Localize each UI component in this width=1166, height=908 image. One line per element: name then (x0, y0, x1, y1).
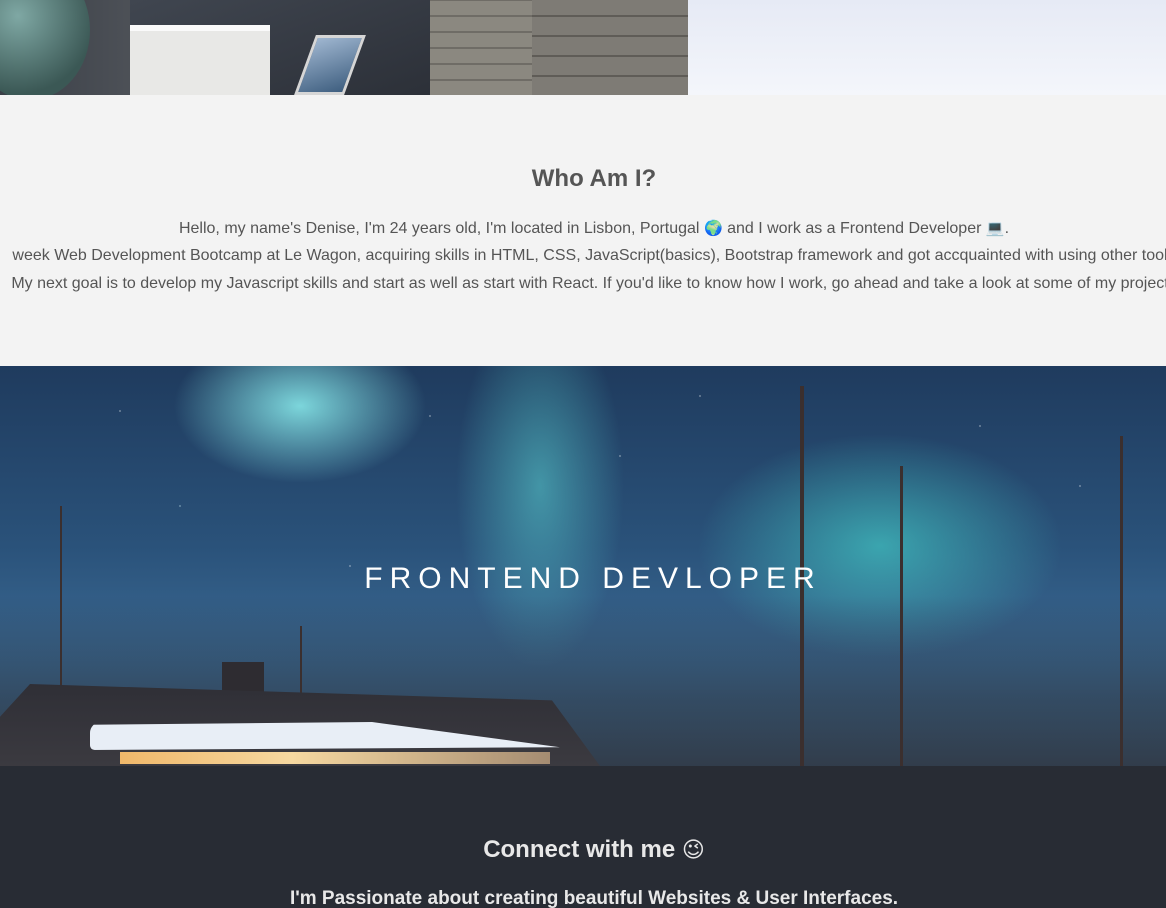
about-heading: Who Am I? (531, 165, 657, 192)
about-section: Who Am I? Hello, my name's Denise, I'm 2… (0, 95, 1166, 366)
laptop-icon: 💻 (985, 219, 1005, 237)
building-dormer (130, 25, 270, 95)
intro-text-end: . (1004, 220, 1010, 237)
tree-trunk (900, 466, 903, 766)
wink-emoji-icon: 😉 (681, 838, 705, 863)
house-light (120, 752, 550, 764)
aurora-banner: FRONTEND DEVLOPER (0, 366, 1166, 766)
tree-trunk (1120, 436, 1123, 766)
tagline: I'm Passionate about creating beautiful … (289, 888, 899, 908)
building-dome (0, 0, 90, 95)
intro-text: Hello, my name's Denise, I'm 24 years ol… (178, 220, 704, 237)
stone-tower (532, 0, 688, 95)
contact-heading: Connect with me 😉 (0, 836, 1166, 864)
banner-title: FRONTEND DEVLOPER (364, 562, 822, 595)
contact-section: Connect with me 😉 I'm Passionate about c… (0, 766, 1166, 908)
intro-text-2: and I work as a Frontend Developer (722, 220, 986, 237)
hero-image (0, 0, 1166, 95)
contact-heading-text: Connect with me (483, 836, 682, 863)
about-intro-line: Hello, my name's Denise, I'm 24 years ol… (0, 219, 1166, 238)
sky (688, 0, 1166, 95)
about-bootcamp-line: week Web Development Bootcamp at Le Wago… (12, 247, 1166, 264)
globe-icon: 🌍 (703, 219, 723, 237)
about-goal-line: My next goal is to develop my Javascript… (11, 275, 1166, 292)
